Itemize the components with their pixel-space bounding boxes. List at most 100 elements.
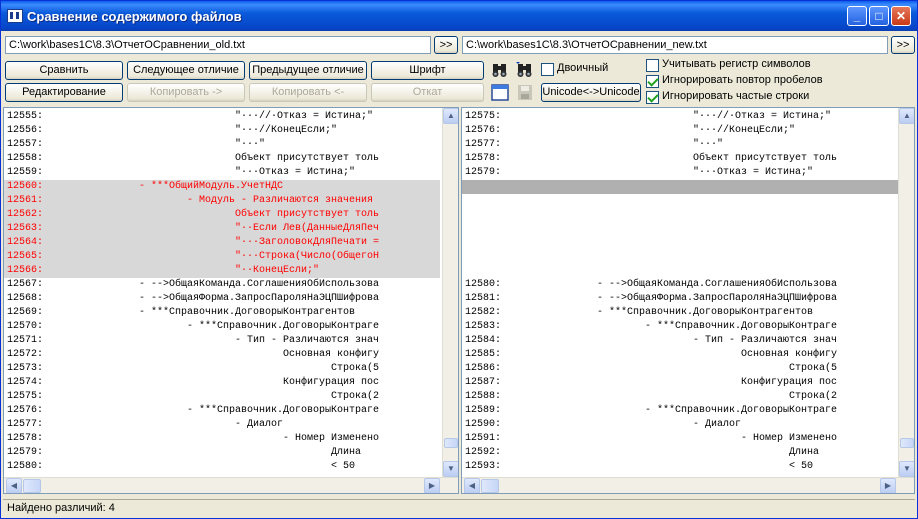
find-next-icon[interactable]	[515, 61, 535, 80]
right-vertical-scrollbar[interactable]: ▲ ▼	[898, 108, 914, 477]
left-scroll-up-button[interactable]: ▲	[443, 108, 458, 124]
minimize-button[interactable]: _	[847, 6, 867, 26]
right-line	[462, 250, 898, 264]
right-line-number: 12585:	[465, 349, 502, 360]
left-line-number: 12575:	[7, 391, 44, 402]
right-hscroll-thumb[interactable]	[481, 479, 499, 493]
right-line	[462, 264, 898, 278]
left-scroll-right-button[interactable]: ▶	[424, 478, 440, 493]
left-line: 12579: Длина	[4, 446, 440, 460]
right-file-path-input[interactable]: C:\work\bases1C\8.3\ОтчетОСравнении_new.…	[462, 36, 888, 54]
right-scroll-up-button[interactable]: ▲	[899, 108, 914, 124]
left-line-number: 12560:	[7, 181, 44, 192]
right-compare-pane[interactable]: 12575: "···//·Отказ = Истина;" 12576: "···/…	[461, 107, 915, 494]
right-line-number: 12590:	[465, 419, 502, 430]
right-scroll-down-button[interactable]: ▼	[899, 461, 914, 477]
left-line: 12571: - Тип - Различаются знач	[4, 334, 440, 348]
copy-left-button[interactable]: Копировать <-	[249, 83, 367, 102]
left-line-number: 12568:	[7, 293, 44, 304]
right-line	[462, 208, 898, 222]
right-line-number: 12584:	[465, 335, 502, 346]
right-line: 12590: - Диалог	[462, 418, 898, 432]
left-horizontal-scrollbar[interactable]: ◀ ▶	[4, 477, 458, 493]
copy-right-button[interactable]: Копировать ->	[127, 83, 245, 102]
right-line: 12592: Длина	[462, 446, 898, 460]
right-line-number: 12586:	[465, 363, 502, 374]
left-vscroll-thumb[interactable]	[444, 438, 458, 448]
prev-diff-button[interactable]: Предыдущее отличие	[249, 61, 367, 80]
save-icon[interactable]	[515, 83, 535, 102]
right-line	[462, 222, 898, 236]
right-line: 12593: < 50	[462, 460, 898, 474]
left-browse-button[interactable]: >>	[434, 36, 458, 54]
edit-button[interactable]: Редактирование	[5, 83, 123, 102]
right-line	[462, 236, 898, 250]
case-sensitive-checkbox[interactable]	[646, 59, 659, 72]
right-line-text: "···//КонецЕсли;"	[693, 125, 796, 136]
left-line: 12573: Строка(5	[4, 362, 440, 376]
right-line: 12585: Основная конфигу	[462, 348, 898, 362]
right-scroll-left-button[interactable]: ◀	[464, 478, 480, 493]
right-line: 12591: - Номер Изменено	[462, 432, 898, 446]
left-compare-pane[interactable]: 12555: "···//·Отказ = Истина;" 12556: "···/…	[3, 107, 459, 494]
ignore-spaces-checkbox[interactable]	[646, 75, 659, 88]
right-line-text: < 50	[789, 461, 814, 472]
left-line-number: 12566:	[7, 265, 44, 276]
maximize-button[interactable]: □	[869, 6, 889, 26]
right-line-number: 12582:	[465, 307, 502, 318]
right-browse-button[interactable]: >>	[891, 36, 915, 54]
close-button[interactable]: ✕	[891, 6, 911, 26]
left-line-number: 12557:	[7, 139, 44, 150]
left-line-text: Длина	[331, 447, 362, 458]
left-scroll-left-button[interactable]: ◀	[6, 478, 22, 493]
right-line-text: - Диалог	[693, 419, 742, 430]
left-line-number: 12574:	[7, 377, 44, 388]
right-line: 12577: "···"	[462, 138, 898, 152]
left-line: 12572: Основная конфигу	[4, 348, 440, 362]
ignore-frequent-label: Игнорировать частые строки	[662, 90, 810, 102]
left-scroll-down-button[interactable]: ▼	[443, 461, 458, 477]
ignore-frequent-checkbox[interactable]	[646, 91, 659, 104]
left-line: 12564: "···ЗаголовокДляПечати =	[4, 236, 440, 250]
right-line-number: 12588:	[465, 391, 502, 402]
right-line-number: 12575:	[465, 111, 502, 122]
left-line: 12562: Объект присутствует толь	[4, 208, 440, 222]
left-line-text: "··Если Лев(ДанныеДляПеч	[235, 223, 380, 234]
next-diff-button[interactable]: Следующее отличие	[127, 61, 245, 80]
right-line: 12575: "···//·Отказ = Истина;"	[462, 110, 898, 124]
window-icon[interactable]	[490, 83, 510, 102]
right-line: 12589: - ***Справочник.ДоговорыКонтраге	[462, 404, 898, 418]
left-line-text: "···"	[235, 139, 266, 150]
left-line: 12560: - ***ОбщийМодуль.УчетНДС	[4, 180, 440, 194]
left-line-text: "···Строка(Число(ОбщегоН	[235, 251, 380, 262]
font-button[interactable]: Шрифт	[371, 61, 484, 80]
right-line-text: - ***Справочник.ДоговорыКонтраге	[645, 321, 838, 332]
left-vertical-scrollbar[interactable]: ▲ ▼	[442, 108, 458, 477]
left-line-text: - ***Справочник.ДоговорыКонтрагентов	[139, 307, 356, 318]
left-hscroll-thumb[interactable]	[23, 479, 41, 493]
undo-button[interactable]: Откат	[371, 83, 484, 102]
right-line-text: "···//·Отказ = Истина;"	[693, 111, 832, 122]
right-vscroll-thumb[interactable]	[900, 438, 914, 448]
right-line: 12583: - ***Справочник.ДоговорыКонтраге	[462, 320, 898, 334]
find-icon[interactable]	[490, 61, 510, 80]
left-line: 12558: Объект присутствует толь	[4, 152, 440, 166]
left-line: 12556: "···//КонецЕсли;"	[4, 124, 440, 138]
right-line-text: - ***Справочник.ДоговорыКонтраге	[645, 405, 838, 416]
left-line-number: 12576:	[7, 405, 44, 416]
left-line: 12569: - ***Справочник.ДоговорыКонтрагент…	[4, 306, 440, 320]
compare-button[interactable]: Сравнить	[5, 61, 123, 80]
left-line-text: - ***Справочник.ДоговорыКонтраге	[187, 405, 380, 416]
title-bar[interactable]: Сравнение содержимого файлов _ □ ✕	[1, 1, 917, 31]
left-line: 12565: "···Строка(Число(ОбщегоН	[4, 250, 440, 264]
left-file-path-input[interactable]: C:\work\bases1C\8.3\ОтчетОСравнении_old.…	[5, 36, 431, 54]
left-line-text: "···//КонецЕсли;"	[235, 125, 338, 136]
left-line: 12576: - ***Справочник.ДоговорыКонтраге	[4, 404, 440, 418]
right-line-text: "···Отказ = Истина;"	[693, 167, 814, 178]
right-horizontal-scrollbar[interactable]: ◀ ▶	[462, 477, 914, 493]
binary-checkbox[interactable]	[541, 63, 554, 76]
left-line-text: "···//·Отказ = Истина;"	[235, 111, 374, 122]
unicode-button[interactable]: Unicode<->Unicode	[541, 83, 641, 102]
right-scroll-right-button[interactable]: ▶	[880, 478, 896, 493]
left-line-number: 12570:	[7, 321, 44, 332]
